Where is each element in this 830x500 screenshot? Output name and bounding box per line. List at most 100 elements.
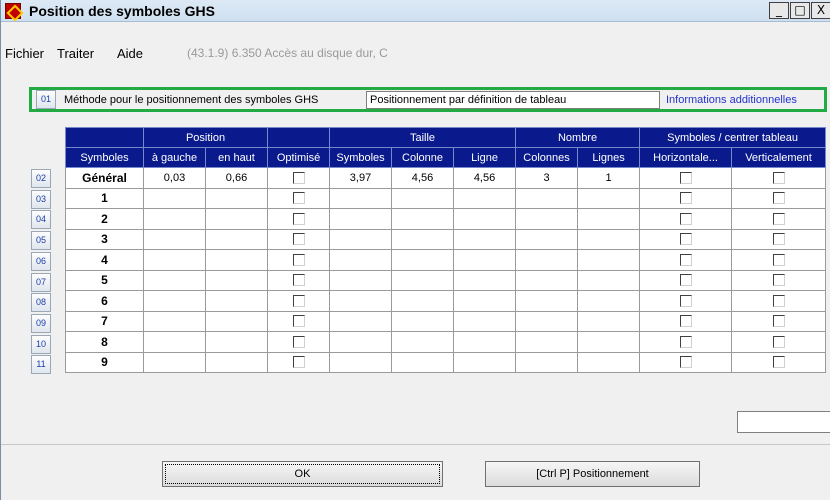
nombre-colonnes-cell[interactable] — [515, 310, 579, 332]
checkbox[interactable] — [772, 253, 785, 266]
checkbox[interactable] — [679, 315, 692, 328]
taille-ligne-cell[interactable] — [453, 249, 517, 271]
position-haut-cell[interactable]: 0,66 — [204, 167, 269, 189]
row-number-button[interactable]: 06 — [31, 251, 51, 271]
taille-symboles-cell[interactable] — [329, 187, 393, 209]
maximize-button[interactable]: □ — [790, 2, 810, 19]
checkbox[interactable] — [679, 253, 692, 266]
position-haut-cell[interactable] — [204, 208, 269, 230]
nombre-lignes-cell[interactable] — [577, 249, 641, 271]
menu-aide[interactable]: Aide — [117, 46, 143, 61]
position-gauche-cell[interactable] — [143, 208, 206, 230]
taille-symboles-cell[interactable]: 3,97 — [329, 167, 393, 189]
side-input[interactable] — [737, 411, 830, 433]
taille-ligne-cell[interactable] — [453, 351, 517, 373]
taille-ligne-cell[interactable] — [453, 290, 517, 312]
row-number-button[interactable]: 02 — [31, 169, 51, 188]
nombre-lignes-cell[interactable] — [577, 187, 641, 209]
minimize-button[interactable]: _ — [769, 2, 789, 19]
nombre-colonnes-cell[interactable] — [515, 331, 579, 353]
checkbox[interactable] — [679, 212, 692, 225]
menu-fichier[interactable]: Fichier — [5, 46, 44, 61]
checkbox[interactable] — [292, 356, 305, 369]
taille-symboles-cell[interactable] — [329, 290, 393, 312]
checkbox[interactable] — [772, 233, 785, 246]
checkbox[interactable] — [292, 212, 305, 225]
taille-colonne-cell[interactable]: 4,56 — [391, 167, 455, 189]
position-gauche-cell[interactable] — [143, 187, 206, 209]
checkbox[interactable] — [292, 253, 305, 266]
nombre-colonnes-cell[interactable] — [515, 249, 579, 271]
taille-ligne-cell[interactable] — [453, 208, 517, 230]
nombre-colonnes-cell[interactable]: 3 — [515, 167, 579, 189]
row-number-button[interactable]: 01 — [36, 90, 56, 109]
checkbox[interactable] — [292, 233, 305, 246]
taille-symboles-cell[interactable] — [329, 269, 393, 291]
nombre-colonnes-cell[interactable] — [515, 187, 579, 209]
checkbox[interactable] — [679, 192, 692, 205]
taille-colonne-cell[interactable] — [391, 351, 455, 373]
row-number-button[interactable]: 08 — [31, 293, 51, 313]
checkbox[interactable] — [679, 171, 692, 184]
position-haut-cell[interactable] — [204, 290, 269, 312]
taille-symboles-cell[interactable] — [329, 351, 393, 373]
checkbox[interactable] — [772, 274, 785, 287]
taille-colonne-cell[interactable] — [391, 310, 455, 332]
nombre-colonnes-cell[interactable] — [515, 351, 579, 373]
checkbox[interactable] — [679, 356, 692, 369]
checkbox[interactable] — [772, 335, 785, 348]
checkbox[interactable] — [292, 171, 305, 184]
taille-ligne-cell[interactable] — [453, 187, 517, 209]
position-gauche-cell[interactable] — [143, 249, 206, 271]
position-gauche-cell[interactable] — [143, 290, 206, 312]
taille-ligne-cell[interactable] — [453, 331, 517, 353]
taille-colonne-cell[interactable] — [391, 187, 455, 209]
position-gauche-cell[interactable]: 0,03 — [143, 167, 206, 189]
taille-colonne-cell[interactable] — [391, 208, 455, 230]
checkbox[interactable] — [772, 171, 785, 184]
checkbox[interactable] — [772, 356, 785, 369]
checkbox[interactable] — [772, 294, 785, 307]
position-gauche-cell[interactable] — [143, 310, 206, 332]
taille-ligne-cell[interactable] — [453, 310, 517, 332]
nombre-lignes-cell[interactable] — [577, 351, 641, 373]
checkbox[interactable] — [292, 192, 305, 205]
additional-info-link[interactable]: Informations additionnelles — [666, 94, 797, 106]
row-number-button[interactable]: 07 — [31, 272, 51, 292]
row-number-button[interactable]: 09 — [31, 313, 51, 333]
checkbox[interactable] — [679, 335, 692, 348]
taille-ligne-cell[interactable]: 4,56 — [453, 167, 517, 189]
taille-ligne-cell[interactable] — [453, 269, 517, 291]
position-haut-cell[interactable] — [204, 187, 269, 209]
taille-symboles-cell[interactable] — [329, 249, 393, 271]
nombre-colonnes-cell[interactable] — [515, 208, 579, 230]
menu-traiter[interactable]: Traiter — [57, 46, 94, 61]
row-number-button[interactable]: 11 — [31, 355, 51, 375]
nombre-lignes-cell[interactable]: 1 — [577, 167, 641, 189]
taille-symboles-cell[interactable] — [329, 208, 393, 230]
row-number-button[interactable]: 04 — [31, 210, 51, 230]
position-gauche-cell[interactable] — [143, 351, 206, 373]
nombre-lignes-cell[interactable] — [577, 208, 641, 230]
position-gauche-cell[interactable] — [143, 269, 206, 291]
taille-colonne-cell[interactable] — [391, 331, 455, 353]
position-haut-cell[interactable] — [204, 269, 269, 291]
position-haut-cell[interactable] — [204, 351, 269, 373]
checkbox[interactable] — [292, 335, 305, 348]
row-number-button[interactable]: 05 — [31, 231, 51, 251]
nombre-colonnes-cell[interactable] — [515, 228, 579, 250]
position-haut-cell[interactable] — [204, 228, 269, 250]
taille-colonne-cell[interactable] — [391, 269, 455, 291]
position-haut-cell[interactable] — [204, 249, 269, 271]
nombre-lignes-cell[interactable] — [577, 331, 641, 353]
checkbox[interactable] — [772, 212, 785, 225]
row-number-button[interactable]: 03 — [31, 189, 51, 209]
checkbox[interactable] — [679, 274, 692, 287]
method-select[interactable]: Positionnement par définition de tableau — [366, 91, 660, 109]
nombre-lignes-cell[interactable] — [577, 310, 641, 332]
taille-colonne-cell[interactable] — [391, 290, 455, 312]
taille-symboles-cell[interactable] — [329, 310, 393, 332]
checkbox[interactable] — [772, 192, 785, 205]
nombre-lignes-cell[interactable] — [577, 228, 641, 250]
taille-colonne-cell[interactable] — [391, 249, 455, 271]
